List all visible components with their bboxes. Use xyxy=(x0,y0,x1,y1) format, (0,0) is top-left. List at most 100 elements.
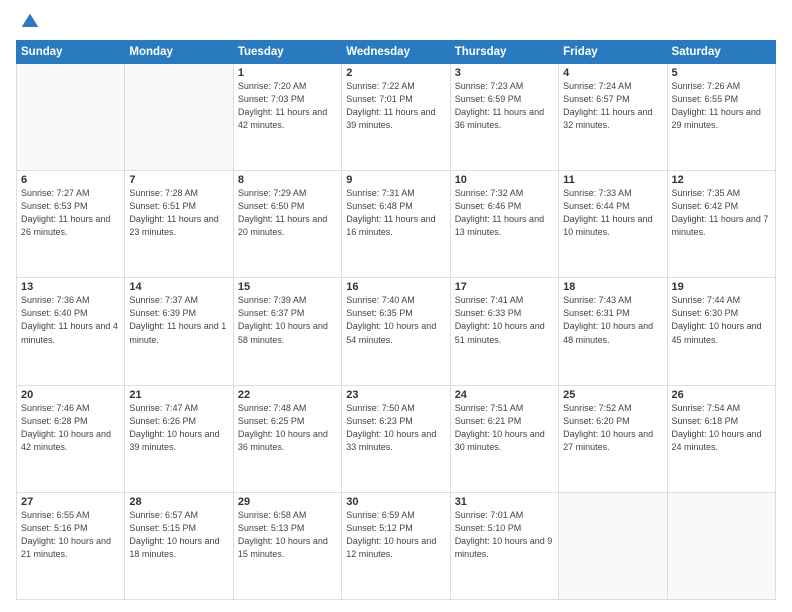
calendar-cell: 11Sunrise: 7:33 AMSunset: 6:44 PMDayligh… xyxy=(559,171,667,278)
day-info: Sunrise: 7:32 AMSunset: 6:46 PMDaylight:… xyxy=(455,187,554,239)
day-info: Sunrise: 7:40 AMSunset: 6:35 PMDaylight:… xyxy=(346,294,445,346)
calendar-cell: 22Sunrise: 7:48 AMSunset: 6:25 PMDayligh… xyxy=(233,385,341,492)
day-number: 8 xyxy=(238,174,337,186)
day-number: 5 xyxy=(672,67,771,79)
day-number: 23 xyxy=(346,389,445,401)
day-header-saturday: Saturday xyxy=(667,41,775,64)
day-info: Sunrise: 7:28 AMSunset: 6:51 PMDaylight:… xyxy=(129,187,228,239)
calendar-cell: 23Sunrise: 7:50 AMSunset: 6:23 PMDayligh… xyxy=(342,385,450,492)
day-number: 27 xyxy=(21,496,120,508)
calendar-cell: 20Sunrise: 7:46 AMSunset: 6:28 PMDayligh… xyxy=(17,385,125,492)
calendar-cell: 21Sunrise: 7:47 AMSunset: 6:26 PMDayligh… xyxy=(125,385,233,492)
day-info: Sunrise: 7:44 AMSunset: 6:30 PMDaylight:… xyxy=(672,294,771,346)
day-number: 24 xyxy=(455,389,554,401)
day-info: Sunrise: 7:39 AMSunset: 6:37 PMDaylight:… xyxy=(238,294,337,346)
calendar-cell: 26Sunrise: 7:54 AMSunset: 6:18 PMDayligh… xyxy=(667,385,775,492)
day-info: Sunrise: 7:27 AMSunset: 6:53 PMDaylight:… xyxy=(21,187,120,239)
header-row: SundayMondayTuesdayWednesdayThursdayFrid… xyxy=(17,41,776,64)
day-info: Sunrise: 7:20 AMSunset: 7:03 PMDaylight:… xyxy=(238,80,337,132)
calendar-cell: 27Sunrise: 6:55 AMSunset: 5:16 PMDayligh… xyxy=(17,492,125,599)
day-info: Sunrise: 7:48 AMSunset: 6:25 PMDaylight:… xyxy=(238,402,337,454)
calendar-cell: 28Sunrise: 6:57 AMSunset: 5:15 PMDayligh… xyxy=(125,492,233,599)
calendar-cell xyxy=(17,64,125,171)
day-info: Sunrise: 7:47 AMSunset: 6:26 PMDaylight:… xyxy=(129,402,228,454)
calendar-cell xyxy=(559,492,667,599)
day-number: 18 xyxy=(563,281,662,293)
calendar-cell: 17Sunrise: 7:41 AMSunset: 6:33 PMDayligh… xyxy=(450,278,558,385)
week-row-0: 1Sunrise: 7:20 AMSunset: 7:03 PMDaylight… xyxy=(17,64,776,171)
day-info: Sunrise: 6:58 AMSunset: 5:13 PMDaylight:… xyxy=(238,509,337,561)
day-info: Sunrise: 7:36 AMSunset: 6:40 PMDaylight:… xyxy=(21,294,120,346)
calendar-cell: 4Sunrise: 7:24 AMSunset: 6:57 PMDaylight… xyxy=(559,64,667,171)
page: SundayMondayTuesdayWednesdayThursdayFrid… xyxy=(0,0,792,612)
calendar-cell: 29Sunrise: 6:58 AMSunset: 5:13 PMDayligh… xyxy=(233,492,341,599)
day-number: 20 xyxy=(21,389,120,401)
day-header-monday: Monday xyxy=(125,41,233,64)
calendar-cell: 14Sunrise: 7:37 AMSunset: 6:39 PMDayligh… xyxy=(125,278,233,385)
calendar-cell: 2Sunrise: 7:22 AMSunset: 7:01 PMDaylight… xyxy=(342,64,450,171)
day-number: 31 xyxy=(455,496,554,508)
week-row-3: 20Sunrise: 7:46 AMSunset: 6:28 PMDayligh… xyxy=(17,385,776,492)
logo xyxy=(16,12,40,32)
calendar-cell: 8Sunrise: 7:29 AMSunset: 6:50 PMDaylight… xyxy=(233,171,341,278)
calendar-cell: 15Sunrise: 7:39 AMSunset: 6:37 PMDayligh… xyxy=(233,278,341,385)
day-info: Sunrise: 7:23 AMSunset: 6:59 PMDaylight:… xyxy=(455,80,554,132)
day-number: 25 xyxy=(563,389,662,401)
day-info: Sunrise: 7:46 AMSunset: 6:28 PMDaylight:… xyxy=(21,402,120,454)
calendar-cell: 13Sunrise: 7:36 AMSunset: 6:40 PMDayligh… xyxy=(17,278,125,385)
calendar-cell xyxy=(667,492,775,599)
day-info: Sunrise: 7:29 AMSunset: 6:50 PMDaylight:… xyxy=(238,187,337,239)
day-info: Sunrise: 7:41 AMSunset: 6:33 PMDaylight:… xyxy=(455,294,554,346)
week-row-1: 6Sunrise: 7:27 AMSunset: 6:53 PMDaylight… xyxy=(17,171,776,278)
calendar-cell: 5Sunrise: 7:26 AMSunset: 6:55 PMDaylight… xyxy=(667,64,775,171)
day-number: 19 xyxy=(672,281,771,293)
day-info: Sunrise: 7:35 AMSunset: 6:42 PMDaylight:… xyxy=(672,187,771,239)
header xyxy=(16,12,776,32)
calendar-cell: 30Sunrise: 6:59 AMSunset: 5:12 PMDayligh… xyxy=(342,492,450,599)
calendar-cell: 12Sunrise: 7:35 AMSunset: 6:42 PMDayligh… xyxy=(667,171,775,278)
day-header-thursday: Thursday xyxy=(450,41,558,64)
day-number: 29 xyxy=(238,496,337,508)
day-number: 9 xyxy=(346,174,445,186)
logo-icon xyxy=(20,12,40,32)
day-number: 17 xyxy=(455,281,554,293)
day-number: 26 xyxy=(672,389,771,401)
calendar-cell: 10Sunrise: 7:32 AMSunset: 6:46 PMDayligh… xyxy=(450,171,558,278)
day-info: Sunrise: 7:31 AMSunset: 6:48 PMDaylight:… xyxy=(346,187,445,239)
calendar-cell: 9Sunrise: 7:31 AMSunset: 6:48 PMDaylight… xyxy=(342,171,450,278)
day-header-friday: Friday xyxy=(559,41,667,64)
day-info: Sunrise: 7:43 AMSunset: 6:31 PMDaylight:… xyxy=(563,294,662,346)
day-info: Sunrise: 6:59 AMSunset: 5:12 PMDaylight:… xyxy=(346,509,445,561)
day-number: 7 xyxy=(129,174,228,186)
day-info: Sunrise: 6:55 AMSunset: 5:16 PMDaylight:… xyxy=(21,509,120,561)
calendar-cell: 16Sunrise: 7:40 AMSunset: 6:35 PMDayligh… xyxy=(342,278,450,385)
calendar-cell: 24Sunrise: 7:51 AMSunset: 6:21 PMDayligh… xyxy=(450,385,558,492)
day-number: 10 xyxy=(455,174,554,186)
calendar-cell: 19Sunrise: 7:44 AMSunset: 6:30 PMDayligh… xyxy=(667,278,775,385)
day-number: 14 xyxy=(129,281,228,293)
day-number: 3 xyxy=(455,67,554,79)
day-number: 11 xyxy=(563,174,662,186)
day-number: 16 xyxy=(346,281,445,293)
week-row-2: 13Sunrise: 7:36 AMSunset: 6:40 PMDayligh… xyxy=(17,278,776,385)
day-number: 2 xyxy=(346,67,445,79)
day-number: 1 xyxy=(238,67,337,79)
calendar-cell: 25Sunrise: 7:52 AMSunset: 6:20 PMDayligh… xyxy=(559,385,667,492)
day-info: Sunrise: 7:54 AMSunset: 6:18 PMDaylight:… xyxy=(672,402,771,454)
day-info: Sunrise: 7:52 AMSunset: 6:20 PMDaylight:… xyxy=(563,402,662,454)
day-info: Sunrise: 7:51 AMSunset: 6:21 PMDaylight:… xyxy=(455,402,554,454)
calendar-cell: 1Sunrise: 7:20 AMSunset: 7:03 PMDaylight… xyxy=(233,64,341,171)
day-number: 6 xyxy=(21,174,120,186)
calendar-table: SundayMondayTuesdayWednesdayThursdayFrid… xyxy=(16,40,776,600)
day-info: Sunrise: 7:33 AMSunset: 6:44 PMDaylight:… xyxy=(563,187,662,239)
day-info: Sunrise: 7:26 AMSunset: 6:55 PMDaylight:… xyxy=(672,80,771,132)
calendar-cell: 3Sunrise: 7:23 AMSunset: 6:59 PMDaylight… xyxy=(450,64,558,171)
day-number: 21 xyxy=(129,389,228,401)
day-number: 15 xyxy=(238,281,337,293)
day-info: Sunrise: 7:22 AMSunset: 7:01 PMDaylight:… xyxy=(346,80,445,132)
calendar-cell: 18Sunrise: 7:43 AMSunset: 6:31 PMDayligh… xyxy=(559,278,667,385)
day-header-sunday: Sunday xyxy=(17,41,125,64)
day-info: Sunrise: 7:37 AMSunset: 6:39 PMDaylight:… xyxy=(129,294,228,346)
day-info: Sunrise: 7:01 AMSunset: 5:10 PMDaylight:… xyxy=(455,509,554,561)
day-info: Sunrise: 7:50 AMSunset: 6:23 PMDaylight:… xyxy=(346,402,445,454)
